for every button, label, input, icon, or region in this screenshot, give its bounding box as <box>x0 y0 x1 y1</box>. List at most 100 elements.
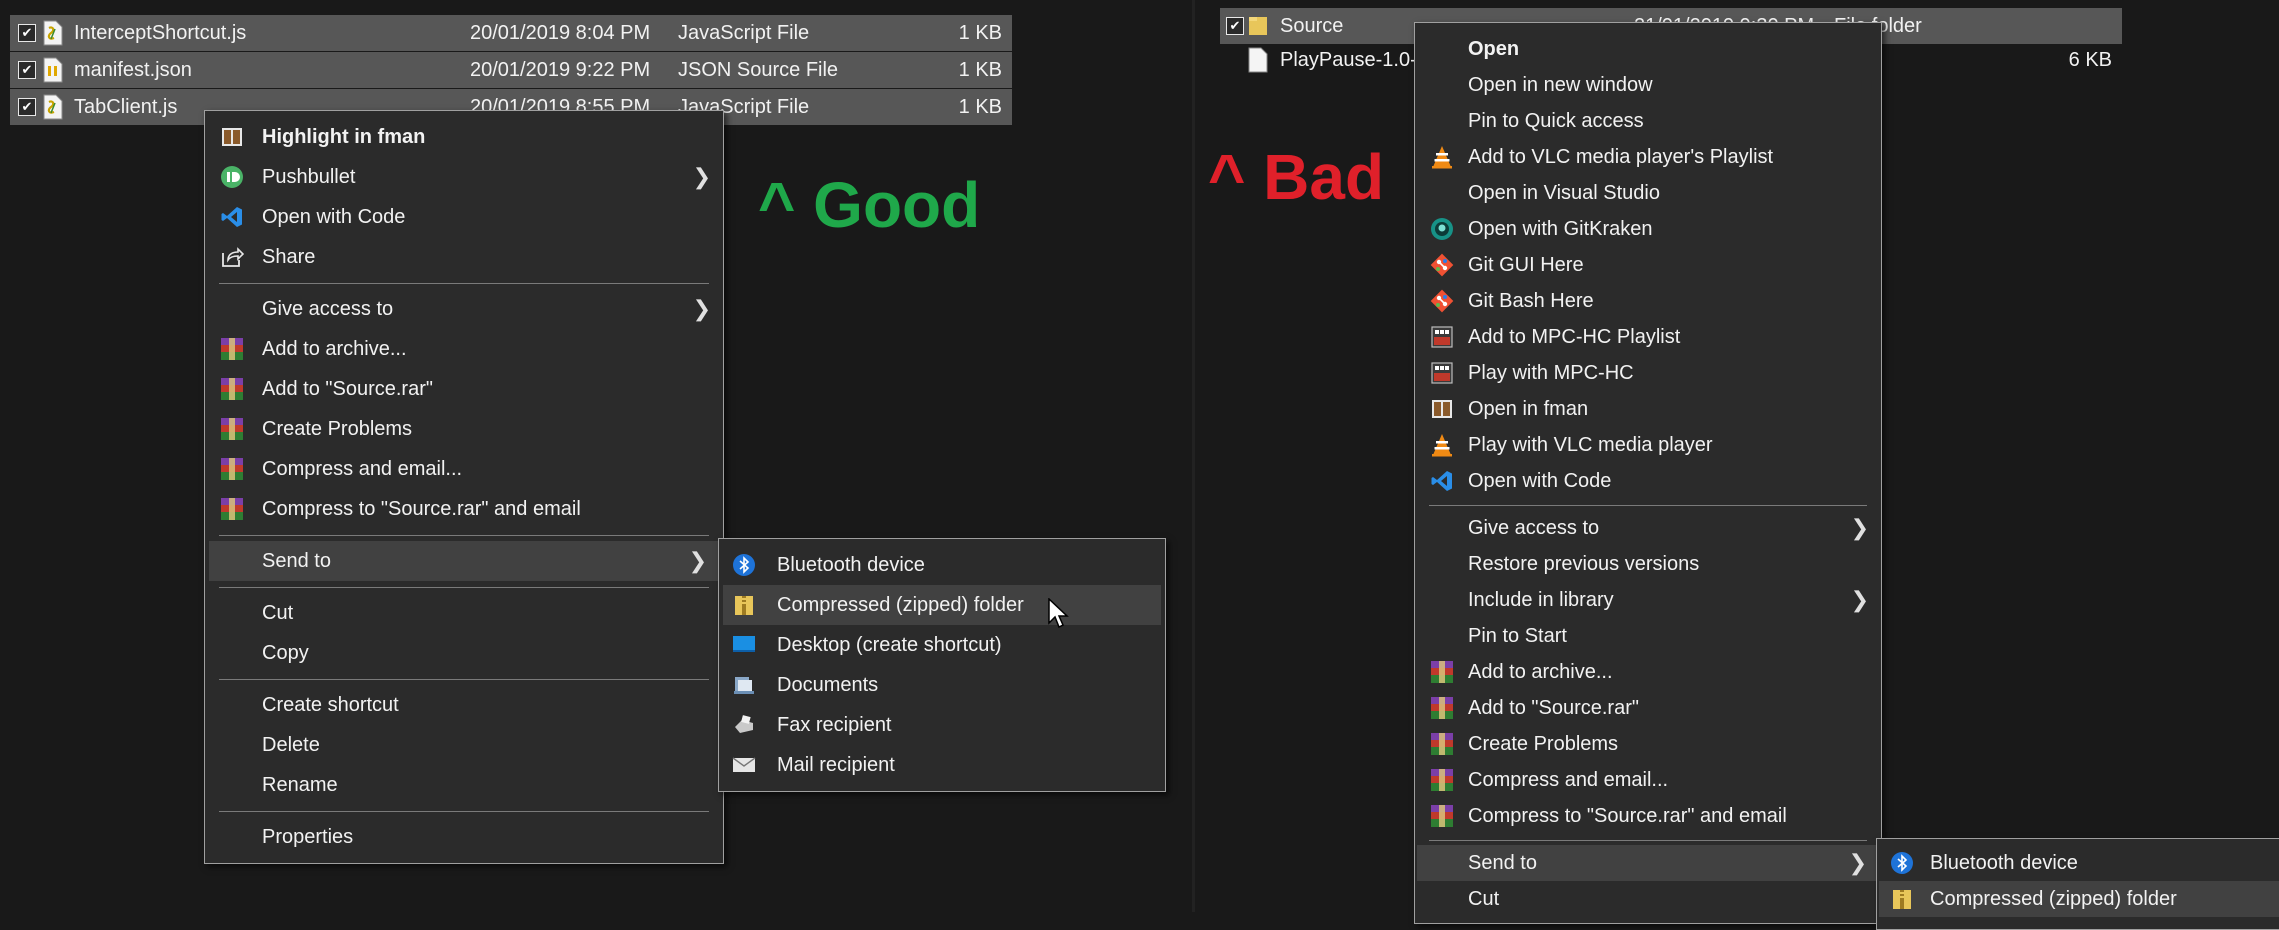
menu-item-label: Open <box>1468 37 1520 60</box>
menu-item-open-with-code[interactable]: Open with Code <box>205 197 723 237</box>
chevron-right-icon: ❯ <box>688 548 707 573</box>
menu-item-copy[interactable]: Copy <box>205 633 723 673</box>
menu-item-play-with-vlc-media-player[interactable]: Play with VLC media player <box>1415 427 1881 463</box>
menu-item-add-to-archive[interactable]: Add to archive... <box>205 329 723 369</box>
menu-item-open-in-visual-studio[interactable]: Open in Visual Studio <box>1415 175 1881 211</box>
menu-item-open-in-fman[interactable]: Open in fman <box>1415 391 1881 427</box>
row-checkbox[interactable]: ✔ <box>18 61 36 79</box>
menu-item-label: Properties <box>262 825 354 848</box>
menu-item-compress-to-source-rar-and-email[interactable]: Compress to "Source.rar" and email <box>1415 798 1881 834</box>
menu-item-add-to-mpc-hc-playlist[interactable]: Add to MPC-HC Playlist <box>1415 319 1881 355</box>
menu-item-label: Open with Code <box>262 205 406 228</box>
chevron-right-icon: ❯ <box>1850 515 1869 540</box>
menu-separator <box>219 811 709 812</box>
menu-item-open-with-gitkraken[interactable]: Open with GitKraken <box>1415 211 1881 247</box>
fman-icon <box>1429 396 1455 422</box>
menu-item-compressed-zipped-folder[interactable]: Compressed (zipped) folder <box>723 585 1161 625</box>
menu-item-label: Compressed (zipped) folder <box>777 593 1024 616</box>
menu-item-label: Play with VLC media player <box>1468 433 1713 456</box>
fax-icon <box>731 712 757 738</box>
winrar-icon <box>1429 731 1455 757</box>
menu-item-add-to-source-rar[interactable]: Add to "Source.rar" <box>205 369 723 409</box>
file-row[interactable]: ✔ InterceptShortcut.js 20/01/2019 8:04 PM J… <box>10 15 1012 51</box>
menu-separator <box>1429 839 1867 841</box>
menu-item-create-problems[interactable]: Create Problems <box>1415 726 1881 762</box>
menu-item-add-to-archive[interactable]: Add to archive... <box>1415 654 1881 690</box>
menu-item-label: Git GUI Here <box>1468 253 1584 276</box>
right-context-menu: Open Open in new window Pin to Quick acces… <box>1414 22 1882 924</box>
menu-item-label: Open in fman <box>1468 397 1589 420</box>
menu-item-label: Share <box>262 245 316 268</box>
menu-item-label: Add to VLC media player's Playlist <box>1468 145 1774 168</box>
menu-item-compress-and-email[interactable]: Compress and email... <box>205 449 723 489</box>
menu-separator <box>219 283 709 284</box>
menu-item-restore-previous-versions[interactable]: Restore previous versions <box>1415 546 1881 582</box>
menu-item-label: Pin to Start <box>1468 624 1567 647</box>
menu-item-delete[interactable]: Delete <box>205 725 723 765</box>
panel-divider <box>1192 0 1195 912</box>
menu-item-add-to-vlc-media-player-s-playlist[interactable]: Add to VLC media player's Playlist <box>1415 139 1881 175</box>
mouse-cursor-icon <box>1048 598 1069 629</box>
menu-item-include-in-library[interactable]: Include in library ❯ <box>1415 582 1881 618</box>
menu-item-open-in-new-window[interactable]: Open in new window <box>1415 67 1881 103</box>
winrar-icon <box>1429 803 1455 829</box>
menu-item-pin-to-quick-access[interactable]: Pin to Quick access <box>1415 103 1881 139</box>
winrar-icon <box>219 456 245 482</box>
zip-folder-icon <box>1889 886 1915 912</box>
bad-annotation: ^ Bad <box>1208 141 1385 213</box>
menu-item-play-with-mpc-hc[interactable]: Play with MPC-HC <box>1415 355 1881 391</box>
menu-item-git-bash-here[interactable]: Git Bash Here <box>1415 283 1881 319</box>
menu-item-label: Bluetooth device <box>1930 851 2078 874</box>
file-size: 1 KB <box>958 58 1002 81</box>
menu-item-properties[interactable]: Properties <box>205 817 723 857</box>
row-checkbox[interactable]: ✔ <box>18 98 36 116</box>
menu-item-give-access-to[interactable]: Give access to ❯ <box>205 289 723 329</box>
menu-separator <box>1429 504 1867 506</box>
menu-item-open[interactable]: Open <box>1415 31 1881 67</box>
menu-separator <box>219 587 709 588</box>
menu-item-send-to[interactable]: Send to ❯ <box>209 541 719 581</box>
menu-item-pin-to-start[interactable]: Pin to Start <box>1415 618 1881 654</box>
mpc-icon <box>1429 360 1455 386</box>
menu-item-open-with-code[interactable]: Open with Code <box>1415 463 1881 499</box>
folder-icon <box>1248 13 1268 39</box>
menu-item-desktop-create-shortcut[interactable]: Desktop (create shortcut) <box>719 625 1165 665</box>
menu-item-label: Add to archive... <box>262 337 407 360</box>
vscode-icon <box>219 204 245 230</box>
menu-item-give-access-to[interactable]: Give access to ❯ <box>1415 510 1881 546</box>
file-date: 20/01/2019 8:04 PM <box>470 21 651 44</box>
menu-item-add-to-source-rar[interactable]: Add to "Source.rar" <box>1415 690 1881 726</box>
menu-item-mail-recipient[interactable]: Mail recipient <box>719 745 1165 785</box>
file-name: PlayPause-1.0-si <box>1280 48 1432 71</box>
menu-item-rename[interactable]: Rename <box>205 765 723 805</box>
bluetooth-icon <box>1889 850 1915 876</box>
menu-item-compress-to-source-rar-and-email[interactable]: Compress to "Source.rar" and email <box>205 489 723 529</box>
menu-item-documents[interactable]: Documents <box>719 665 1165 705</box>
left-context-menu: Highlight in fman Pushbullet ❯ Open with Co… <box>204 110 724 864</box>
menu-item-bluetooth-device[interactable]: Bluetooth device <box>1877 845 2279 881</box>
menu-item-compress-and-email[interactable]: Compress and email... <box>1415 762 1881 798</box>
file-name: TabClient.js <box>74 95 178 118</box>
menu-item-share[interactable]: Share <box>205 237 723 277</box>
menu-item-label: Create Problems <box>262 417 413 440</box>
menu-separator <box>219 535 709 536</box>
menu-item-label: Git Bash Here <box>1468 289 1594 312</box>
menu-item-send-to[interactable]: Send to ❯ <box>1417 845 1879 881</box>
winrar-icon <box>1429 659 1455 685</box>
left-sendto-submenu: Bluetooth device Compressed (zipped) fold… <box>718 538 1166 792</box>
menu-item-bluetooth-device[interactable]: Bluetooth device <box>719 545 1165 585</box>
menu-item-fax-recipient[interactable]: Fax recipient <box>719 705 1165 745</box>
menu-item-label: Compressed (zipped) folder <box>1930 887 2177 910</box>
menu-item-cut[interactable]: Cut <box>205 593 723 633</box>
menu-item-create-shortcut[interactable]: Create shortcut <box>205 685 723 725</box>
menu-item-git-gui-here[interactable]: Git GUI Here <box>1415 247 1881 283</box>
file-row[interactable]: ✔ manifest.json 20/01/2019 9:22 PM JSON Sou… <box>10 52 1012 88</box>
row-checkbox[interactable]: ✔ <box>18 24 36 42</box>
file-type: JSON Source File <box>678 58 839 81</box>
row-checkbox[interactable]: ✔ <box>1226 17 1244 35</box>
menu-item-highlight-in-fman[interactable]: Highlight in fman <box>205 117 723 157</box>
menu-item-pushbullet[interactable]: Pushbullet ❯ <box>205 157 723 197</box>
menu-item-create-problems[interactable]: Create Problems <box>205 409 723 449</box>
menu-item-label: Bluetooth device <box>777 553 925 576</box>
menu-item-label: Open in new window <box>1468 73 1653 96</box>
